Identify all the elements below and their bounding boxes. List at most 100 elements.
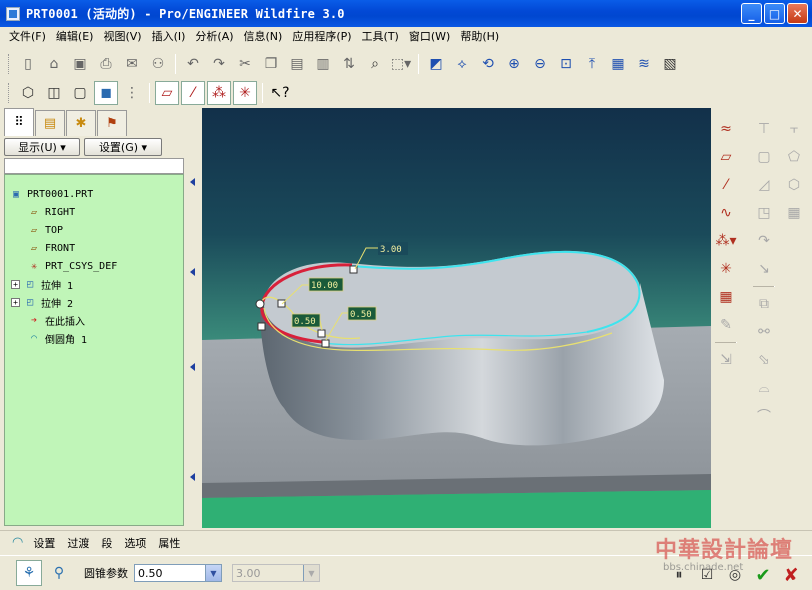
analysis-tool-icon[interactable]: ▦ — [713, 284, 739, 310]
offset-tool-icon[interactable]: ⌒ — [751, 403, 777, 429]
collapse-arrow-icon[interactable] — [190, 363, 195, 371]
revolve-tool-icon[interactable]: ⫟ — [781, 116, 807, 142]
context-help-icon[interactable]: ↖? — [268, 81, 292, 105]
tree-item-extrude-1[interactable]: + ◰ 拉伸 1 — [11, 275, 73, 293]
connections-tab[interactable]: ⚑ — [97, 110, 127, 136]
chamfer-tool-icon[interactable]: ↘ — [751, 256, 777, 282]
regenerate-icon[interactable]: ⇅ — [337, 52, 361, 76]
tree-item-extrude-2[interactable]: + ◰ 拉伸 2 — [11, 293, 73, 311]
menu-view[interactable]: 视图(V) — [98, 27, 146, 47]
maximize-button[interactable]: □ — [764, 3, 785, 24]
mirror-tool-icon[interactable]: ⚯ — [751, 319, 777, 345]
draft-tool-icon[interactable]: ◳ — [751, 200, 777, 226]
zoom-in-icon[interactable]: ⊕ — [502, 52, 526, 76]
tree-item-top[interactable]: ▱ TOP — [27, 221, 63, 239]
chevron-down-icon[interactable]: ▼ — [205, 565, 221, 581]
collapse-arrow-icon[interactable] — [190, 268, 195, 276]
drag-handle[interactable] — [317, 329, 326, 338]
favorites-tab[interactable]: ✱ — [66, 110, 96, 136]
save-icon[interactable]: ▣ — [68, 52, 92, 76]
layers-icon[interactable]: ≋ — [632, 52, 656, 76]
reorient-icon[interactable]: ⤒ — [580, 52, 604, 76]
dimension-value[interactable]: 10.00 — [311, 281, 338, 291]
collapse-arrow-icon[interactable] — [190, 178, 195, 186]
redo-icon[interactable]: ↷ — [207, 52, 231, 76]
datum-axes-on-icon[interactable]: ⁄ — [181, 81, 205, 105]
hidden-line-icon[interactable]: ◫ — [42, 81, 66, 105]
round-tool-icon[interactable]: ↷ — [751, 228, 777, 254]
datum-planes-on-icon[interactable]: ▱ — [155, 81, 179, 105]
saved-views-icon[interactable]: ▦ — [606, 52, 630, 76]
trim-tool-icon[interactable]: ⌓ — [751, 375, 777, 401]
repaint-icon[interactable]: ◩ — [424, 52, 448, 76]
pattern-tool-icon[interactable]: ⬡ — [781, 172, 807, 198]
zoom-out-icon[interactable]: ⊖ — [528, 52, 552, 76]
graphics-window[interactable]: 3.00 10.00 0.50 0.50 — [202, 108, 711, 528]
dimension-value[interactable]: 3.00 — [380, 245, 402, 255]
menu-info[interactable]: 信息(N) — [239, 27, 288, 47]
tab-options[interactable]: 选项 — [118, 535, 152, 551]
menu-edit[interactable]: 编辑(E) — [51, 27, 99, 47]
find-icon[interactable]: ⌕ — [363, 52, 387, 76]
drag-handle[interactable] — [321, 339, 330, 348]
datum-axis-tool-icon[interactable]: ⁄ — [713, 172, 739, 198]
rib-tool-icon[interactable]: ◿ — [751, 172, 777, 198]
cut-icon[interactable]: ✂ — [233, 52, 257, 76]
model-tree-toggle-icon[interactable]: ⋮ — [120, 81, 144, 105]
spin-center-icon[interactable]: ⟡ — [450, 52, 474, 76]
preview-icon[interactable]: ☑ — [694, 562, 720, 588]
refit-icon[interactable]: ⊡ — [554, 52, 578, 76]
tree-item-insert-here[interactable]: ➔ 在此插入 — [27, 311, 85, 329]
toolbar-grip[interactable] — [8, 54, 11, 74]
tree-item-front[interactable]: ▱ FRONT — [27, 239, 75, 257]
tree-filter-field[interactable] — [4, 158, 184, 174]
radius-handle[interactable] — [255, 299, 265, 309]
print-icon[interactable]: ⎙ — [94, 52, 118, 76]
grid-tool-icon[interactable]: ▦ — [781, 200, 807, 226]
shell-tool-icon[interactable]: ⬠ — [781, 144, 807, 170]
conic-parameter-combo[interactable]: 0.50 ▼ — [134, 564, 222, 582]
tree-item-csys[interactable]: ✳ PRT_CSYS_DEF — [27, 257, 117, 275]
settings-menu-button[interactable]: 设置(G) ▾ — [84, 138, 162, 156]
drag-handle[interactable] — [257, 322, 266, 331]
no-hidden-icon[interactable]: ▢ — [68, 81, 92, 105]
open-file-icon[interactable]: ⌂ — [42, 52, 66, 76]
wireframe-icon[interactable]: ⬡ — [16, 81, 40, 105]
csys-tool-icon[interactable]: ✳ — [713, 256, 739, 282]
tab-properties[interactable]: 属性 — [152, 535, 186, 551]
tree-item-round-1[interactable]: ◠ 倒圆角 1 — [27, 329, 87, 347]
show-menu-button[interactable]: 显示(U) ▾ — [4, 138, 80, 156]
model-tree-tab[interactable]: ⠿ — [4, 108, 34, 136]
merge-tool-icon[interactable]: ⬂ — [751, 347, 777, 373]
menu-analysis[interactable]: 分析(A) — [190, 27, 238, 47]
copy-icon[interactable]: ❐ — [259, 52, 283, 76]
coordinate-systems-on-icon[interactable]: ✳ — [233, 81, 257, 105]
menu-window[interactable]: 窗口(W) — [404, 27, 455, 47]
tree-root[interactable]: ▣ PRT0001.PRT — [9, 185, 93, 203]
set-mode-icon[interactable]: ⚘ — [16, 560, 42, 586]
apply-checkmark-icon[interactable]: ✔ — [750, 562, 776, 588]
collapse-arrow-icon[interactable] — [190, 473, 195, 481]
menu-insert[interactable]: 插入(I) — [147, 27, 191, 47]
tree-item-right[interactable]: ▱ RIGHT — [27, 203, 75, 221]
pause-icon[interactable]: ⏸ — [666, 562, 692, 588]
folder-browser-tab[interactable]: ▤ — [35, 110, 65, 136]
close-button[interactable]: ✕ — [787, 3, 808, 24]
menu-help[interactable]: 帮助(H) — [455, 27, 504, 47]
selection-box-icon[interactable]: ⬚▾ — [389, 52, 413, 76]
tab-sets[interactable]: 设置 — [27, 535, 61, 551]
insert-mode-icon[interactable]: ⇲ — [713, 347, 739, 373]
view-manager-icon[interactable]: ▧ — [658, 52, 682, 76]
transition-mode-icon[interactable]: ⚲ — [46, 560, 72, 586]
sketch-tool-icon[interactable]: ✎ — [713, 312, 739, 338]
verify-icon[interactable]: ◎ — [722, 562, 748, 588]
toolbar-grip-2[interactable] — [8, 83, 11, 103]
drag-handle[interactable] — [277, 299, 286, 308]
dimension-value[interactable]: 0.50 — [350, 310, 372, 320]
tab-transitions[interactable]: 过渡 — [61, 535, 95, 551]
datum-on-off-icon[interactable]: ≈ — [713, 116, 739, 142]
paste-special-icon[interactable]: ▥ — [311, 52, 335, 76]
datum-points-on-icon[interactable]: ⁂ — [207, 81, 231, 105]
model-viewport[interactable]: 3.00 10.00 0.50 0.50 — [202, 108, 711, 528]
menu-applications[interactable]: 应用程序(P) — [287, 27, 356, 47]
